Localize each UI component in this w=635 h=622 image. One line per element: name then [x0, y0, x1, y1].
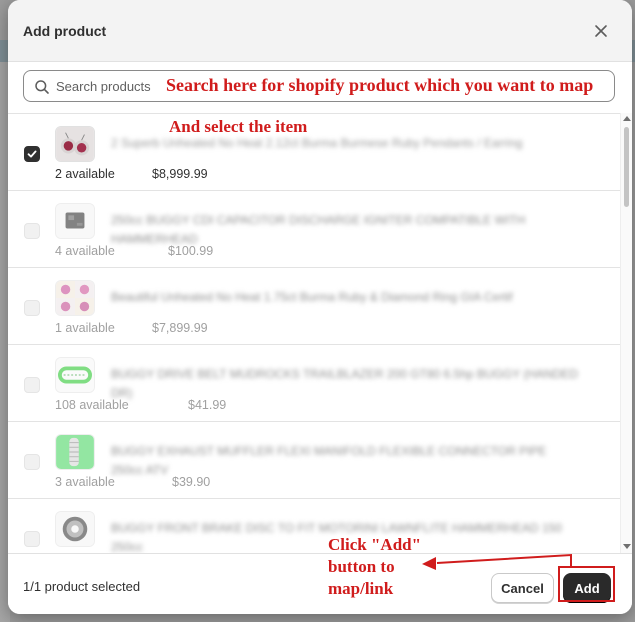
product-thumbnail [55, 434, 95, 470]
product-checkbox[interactable] [24, 454, 40, 470]
product-row[interactable]: BUGGY EXHAUST MUFFLER FLEXI MANIFOLD FLE… [8, 422, 620, 499]
product-price: $8,999.99 [152, 167, 208, 181]
cancel-button[interactable]: Cancel [491, 573, 554, 603]
modal-title: Add product [23, 23, 107, 39]
add-button-highlight [558, 566, 615, 602]
product-thumbnail [55, 511, 95, 547]
close-button[interactable] [590, 20, 612, 42]
modal-footer: 1/1 product selected Cancel Add [8, 553, 632, 614]
product-thumbnail [55, 280, 95, 316]
product-thumbnail [55, 126, 95, 162]
product-availability: 2 available [55, 167, 115, 181]
scrollbar-thumb[interactable] [624, 127, 629, 207]
ruby-ring-image [56, 281, 94, 315]
product-checkbox[interactable] [24, 300, 40, 316]
product-checkbox[interactable] [24, 531, 40, 547]
selected-count: 1/1 product selected [23, 579, 141, 594]
modal-header: Add product [8, 0, 632, 62]
annotation-add-hint: Click "Add" button to map/link [328, 535, 422, 598]
scroll-down-arrow-icon[interactable] [623, 544, 631, 549]
product-price: $39.90 [172, 475, 211, 489]
product-checkbox[interactable] [24, 377, 40, 393]
product-availability: 3 available [55, 475, 115, 489]
product-row[interactable]: 2 Superb Unheated No Heat 2.12ct Burma B… [8, 114, 620, 191]
product-checkbox[interactable] [24, 146, 40, 162]
product-title: Beautiful Unheated No Heat 1.75ct Burma … [111, 290, 513, 304]
annotation-search-hint: Search here for shopify product which yo… [166, 75, 596, 96]
product-row[interactable]: BUGGY FRONT BRAKE DISC TO FIT MOTORINI L… [8, 499, 620, 553]
product-price: $7,899.99 [152, 321, 208, 335]
brake-disc-image [56, 512, 94, 546]
product-availability: 4 available [55, 244, 115, 258]
product-row[interactable]: Beautiful Unheated No Heat 1.75ct Burma … [8, 268, 620, 345]
product-price: $41.99 [188, 398, 227, 412]
product-row[interactable]: BUGGY DRIVE BELT MUDROCKS TRAILBLAZER 20… [8, 345, 620, 422]
search-icon [35, 80, 49, 94]
product-row[interactable]: 250cc BUGGY CDI CAPACITOR DISCHARGE IGNI… [8, 191, 620, 268]
exhaust-pipe-image [56, 435, 94, 469]
product-price: $100.99 [168, 244, 214, 258]
product-list-scrollbar[interactable] [620, 113, 632, 553]
annotation-select-hint: And select the item [169, 117, 308, 136]
product-availability: 1 available [55, 321, 115, 335]
ruby-pendant-image [56, 127, 94, 161]
drive-belt-image [56, 358, 94, 392]
product-title: BUGGY DRIVE BELT MUDROCKS TRAILBLAZER 20… [111, 367, 579, 400]
product-thumbnail [55, 357, 95, 393]
product-thumbnail [55, 203, 95, 239]
product-availability: 108 available [55, 398, 129, 412]
scroll-up-arrow-icon[interactable] [623, 116, 631, 121]
close-icon [595, 25, 607, 37]
cdi-unit-image [56, 204, 94, 238]
checkmark-icon [27, 150, 37, 158]
product-list: 2 Superb Unheated No Heat 2.12ct Burma B… [8, 113, 620, 553]
product-checkbox[interactable] [24, 223, 40, 239]
